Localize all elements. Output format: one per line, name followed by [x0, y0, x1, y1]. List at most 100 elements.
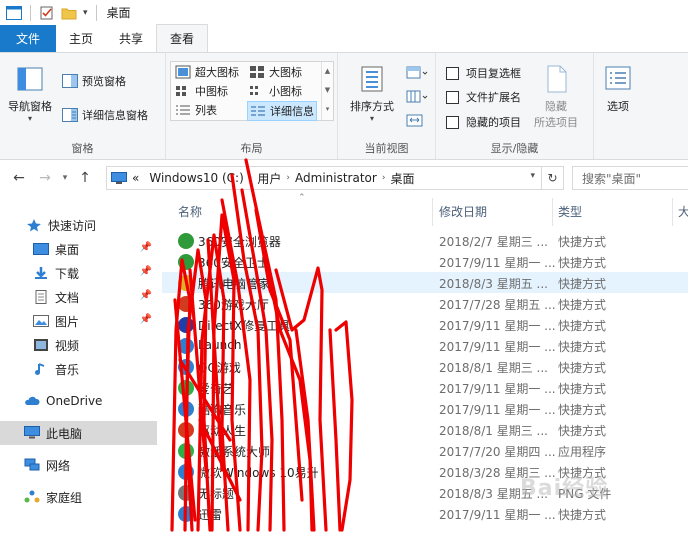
nav-item-videos[interactable]: 视频	[0, 333, 157, 357]
pin-icon[interactable]: 📌	[140, 314, 152, 325]
layout-extra-large-icons[interactable]: 超大图标	[175, 64, 239, 80]
table-row[interactable]: 无标题 2018/8/3 星期五 ... PNG 文件	[162, 482, 688, 503]
explorer-window-icon	[6, 5, 22, 20]
column-divider[interactable]	[672, 198, 673, 226]
item-checkboxes-checkbox[interactable]	[446, 66, 459, 80]
tab-home[interactable]: 主页	[56, 25, 106, 52]
layout-large-icons[interactable]: 大图标	[249, 64, 302, 80]
table-row[interactable]: Launch 2017/9/11 星期一 ... 快捷方式	[162, 335, 688, 356]
arrow-right-icon[interactable]: →	[36, 170, 54, 186]
add-columns-icon[interactable]	[406, 89, 428, 105]
options-button[interactable]: 选项	[602, 63, 634, 114]
pin-icon[interactable]: 📌	[140, 290, 152, 301]
column-divider[interactable]	[552, 198, 553, 226]
table-row[interactable]: 360安全浏览器 2018/2/7 星期三 ... 快捷方式	[162, 230, 688, 251]
layout-details[interactable]: 详细信息	[247, 101, 317, 121]
details-pane-icon	[62, 108, 78, 122]
chevron-right-icon[interactable]: ›	[382, 173, 386, 183]
nav-item-network[interactable]: 网络	[0, 453, 157, 477]
layout-medium-icons[interactable]: 中图标	[175, 83, 228, 99]
breadcrumb-administrator[interactable]: Administrator	[295, 171, 377, 185]
table-row[interactable]: QQ游戏 2018/8/1 星期三 ... 快捷方式	[162, 356, 688, 377]
breadcrumb-overflow[interactable]: «	[132, 171, 139, 185]
nav-pane-button[interactable]: 导航窗格 ▾	[8, 63, 52, 123]
details-pane-button[interactable]: 详细信息窗格	[62, 107, 148, 123]
file-extensions-checkbox[interactable]	[446, 90, 459, 104]
new-folder-icon[interactable]	[61, 6, 77, 20]
file-type: 快捷方式	[558, 235, 607, 249]
arrow-up-icon[interactable]: ↑	[76, 170, 94, 186]
shortcut-icon	[178, 254, 194, 270]
table-row[interactable]: 微软Windows 10易升 2018/3/28 星期三 ... 快捷方式	[162, 461, 688, 482]
nav-item-onedrive[interactable]: OneDrive	[0, 389, 157, 413]
table-row[interactable]: 驱动人生 2018/8/1 星期三 ... 快捷方式	[162, 419, 688, 440]
nav-item-label: 此电脑	[46, 426, 83, 441]
recent-locations-icon[interactable]: ▾	[56, 173, 74, 183]
search-input[interactable]: 搜索"桌面"	[572, 166, 688, 190]
item-checkboxes-toggle[interactable]: 项目复选框	[446, 65, 521, 81]
table-row[interactable]: 360安全卫士 2017/9/11 星期一 ... 快捷方式	[162, 251, 688, 272]
address-dropdown-icon[interactable]: ▾	[530, 171, 535, 181]
tab-share[interactable]: 共享	[106, 25, 156, 52]
pin-icon[interactable]: 📌	[140, 242, 152, 253]
table-row[interactable]: 爱奇艺 2017/9/11 星期一 ... 快捷方式	[162, 377, 688, 398]
column-size[interactable]: 大	[678, 203, 688, 220]
size-columns-icon[interactable]	[406, 113, 424, 129]
details-pane-label: 详细信息窗格	[82, 109, 148, 122]
table-row[interactable]: 腾讯电脑管家 2018/8/3 星期五 ... 快捷方式	[162, 272, 688, 293]
chevron-right-icon[interactable]: ›	[249, 173, 253, 183]
chevron-right-icon[interactable]: ›	[286, 173, 290, 183]
ribbon: 导航窗格 ▾ 预览窗格 详细信息窗格 窗格 超大图标 大图标 中图标 小图标 列…	[0, 52, 688, 160]
nav-item-homegroup[interactable]: 家庭组	[0, 485, 157, 509]
nav-item-this-pc[interactable]: 此电脑	[0, 421, 157, 445]
properties-icon[interactable]	[39, 6, 55, 20]
nav-item-documents[interactable]: 文档 📌	[0, 285, 157, 309]
nav-item-downloads[interactable]: 下载 📌	[0, 261, 157, 285]
show-hide-group-label: 显示/隐藏	[490, 142, 539, 155]
sort-chevron-icon: ⌃	[298, 193, 306, 203]
table-row[interactable]: 激活系统大师 2017/7/20 星期四 ... 应用程序	[162, 440, 688, 461]
table-row[interactable]: DirectX修复工具 2017/9/11 星期一 ... 快捷方式	[162, 314, 688, 335]
chevron-down-icon: ▾	[27, 114, 32, 123]
preview-pane-icon	[62, 74, 78, 88]
tab-view[interactable]: 查看	[156, 24, 209, 52]
nav-item-desktop[interactable]: 桌面 📌	[0, 237, 157, 261]
column-type[interactable]: 类型	[558, 203, 582, 220]
sort-by-button[interactable]: 排序方式 ▾	[350, 63, 394, 123]
layout-gallery-scroll[interactable]: ▲ ▼ ▾	[321, 62, 333, 120]
layout-list[interactable]: 列表	[175, 102, 217, 118]
address-bar[interactable]: « Windows10 (C:) › 用户 › Administrator › …	[106, 166, 564, 190]
hidden-items-toggle[interactable]: 隐藏的项目	[446, 114, 521, 130]
nav-item-pictures[interactable]: 图片 📌	[0, 309, 157, 333]
refresh-icon[interactable]: ↻	[541, 167, 563, 189]
tab-file[interactable]: 文件	[0, 25, 57, 52]
breadcrumb-users[interactable]: 用户	[257, 170, 281, 187]
layout-option-label: 详细信息	[270, 105, 314, 118]
layout-small-icons[interactable]: 小图标	[249, 83, 302, 99]
file-date: 2017/9/11 星期一 ...	[439, 403, 556, 417]
table-row[interactable]: 酷狗音乐 2017/9/11 星期一 ... 快捷方式	[162, 398, 688, 419]
file-name: 微软Windows 10易升	[198, 466, 319, 480]
cloud-icon	[25, 396, 40, 405]
nav-item-music[interactable]: 音乐	[0, 357, 157, 381]
breadcrumb-desktop[interactable]: 桌面	[390, 170, 414, 187]
pin-icon[interactable]: 📌	[140, 266, 152, 277]
qat-dropdown-icon[interactable]: ▾	[83, 8, 88, 18]
breadcrumb-drive[interactable]: Windows10 (C:)	[149, 171, 243, 185]
music-icon	[35, 363, 45, 375]
hidden-items-checkbox[interactable]	[446, 115, 459, 129]
hide-selected-button[interactable]: 隐藏 所选项目	[534, 63, 578, 130]
table-row[interactable]: 360游戏大厅 2017/7/28 星期五 ... 快捷方式	[162, 293, 688, 314]
file-type: 快捷方式	[558, 403, 607, 417]
nav-item-label: 桌面	[55, 242, 80, 257]
file-extensions-toggle[interactable]: 文件扩展名	[446, 89, 521, 105]
quick-access[interactable]: 快速访问	[0, 213, 157, 237]
search-placeholder: 搜索"桌面"	[582, 171, 642, 186]
column-divider[interactable]	[432, 198, 433, 226]
table-row[interactable]: 迅雷 2017/9/11 星期一 ... 快捷方式	[162, 503, 688, 524]
column-name[interactable]: 名称	[178, 203, 202, 220]
column-modified[interactable]: 修改日期	[439, 203, 487, 220]
arrow-left-icon[interactable]: ←	[10, 170, 28, 186]
group-by-icon[interactable]	[406, 65, 428, 81]
preview-pane-button[interactable]: 预览窗格	[62, 73, 126, 89]
